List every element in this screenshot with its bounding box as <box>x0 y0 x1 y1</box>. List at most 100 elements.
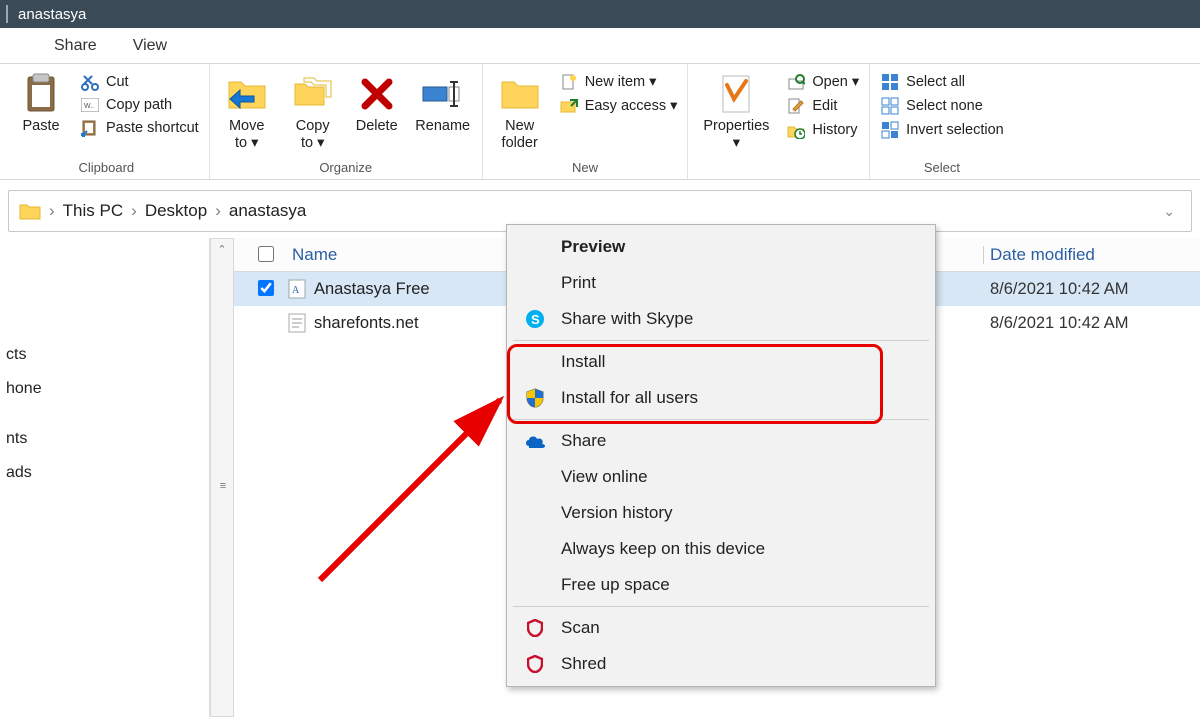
ribbon-group-open: Properties ▾ Open ▾ Edit <box>688 64 870 179</box>
ctx-view-online[interactable]: View online <box>507 459 935 495</box>
move-to-button[interactable]: Move to ▾ <box>218 68 276 158</box>
uac-shield-icon <box>523 388 547 408</box>
x-icon <box>359 72 395 116</box>
ctx-share[interactable]: Share <box>507 423 935 459</box>
new-item-button[interactable]: New item ▾ <box>557 72 680 92</box>
copy-to-button[interactable]: Copy to ▾ <box>284 68 342 158</box>
ctx-preview[interactable]: Preview <box>507 229 935 265</box>
open-button[interactable]: Open ▾ <box>784 72 861 92</box>
context-menu: Preview Print S Share with Skype Install… <box>506 224 936 687</box>
select-none-button[interactable]: Select none <box>878 96 1006 116</box>
easy-access-button[interactable]: Easy access ▾ <box>557 96 680 116</box>
tab-view[interactable]: View <box>115 29 185 63</box>
ribbon-group-organize: Move to ▾ Copy to ▾ Delete Rename <box>210 64 483 179</box>
scissors-icon <box>80 73 100 91</box>
breadcrumb-desktop[interactable]: Desktop <box>145 201 207 221</box>
ctx-shred[interactable]: Shred <box>507 646 935 682</box>
paste-button[interactable]: Paste <box>12 68 70 158</box>
invert-selection-button[interactable]: Invert selection <box>878 120 1006 140</box>
properties-button[interactable]: Properties ▾ <box>696 68 776 158</box>
copy-path-icon: W.. <box>80 98 100 112</box>
column-header-date[interactable]: Date modified <box>990 245 1200 265</box>
font-file-icon: A <box>288 279 306 299</box>
select-all-icon <box>880 73 900 91</box>
ctx-scan[interactable]: Scan <box>507 610 935 646</box>
group-label-new: New <box>572 160 598 177</box>
chevron-right-icon[interactable]: › <box>49 201 55 221</box>
sidebar-item[interactable]: ads <box>0 456 209 490</box>
ribbon-tabs: Share View <box>0 28 1200 64</box>
mcafee-icon <box>523 619 547 637</box>
ctx-version-history[interactable]: Version history <box>507 495 935 531</box>
ribbon: Paste Cut W.. Copy path <box>0 64 1200 180</box>
svg-text:S: S <box>531 312 540 327</box>
ribbon-group-select: Select all Select none Invert selection … <box>870 64 1014 179</box>
open-icon <box>786 73 806 91</box>
easy-access-icon <box>559 97 579 115</box>
onedrive-icon <box>523 434 547 448</box>
group-label-clipboard: Clipboard <box>79 160 135 177</box>
group-label-select: Select <box>924 160 960 177</box>
ctx-share-skype[interactable]: S Share with Skype <box>507 301 935 337</box>
nav-sidebar: cts hone nts ads <box>0 238 210 717</box>
select-none-icon <box>880 97 900 115</box>
window-titlebar: anastasya <box>0 0 1200 28</box>
window-title: anastasya <box>18 6 86 23</box>
copy-to-icon <box>292 72 334 116</box>
ribbon-group-clipboard: Paste Cut W.. Copy path <box>0 64 210 179</box>
address-bar-dropdown[interactable]: ⌄ <box>1157 203 1181 220</box>
copy-path-button[interactable]: W.. Copy path <box>78 96 201 114</box>
edit-icon <box>786 97 806 115</box>
skype-icon: S <box>523 309 547 329</box>
ctx-print[interactable]: Print <box>507 265 935 301</box>
file-name: Anastasya Free <box>314 280 430 299</box>
ctx-free-up-space[interactable]: Free up space <box>507 567 935 603</box>
new-folder-button[interactable]: New folder <box>491 68 549 158</box>
file-checkbox[interactable] <box>258 280 274 296</box>
select-all-checkbox[interactable] <box>258 246 274 262</box>
titlebar-divider <box>6 5 8 23</box>
move-to-icon <box>226 72 268 116</box>
new-item-icon <box>559 73 579 91</box>
ctx-install-all-users[interactable]: Install for all users <box>507 380 935 416</box>
svg-text:W..: W.. <box>84 103 94 110</box>
file-name: sharefonts.net <box>314 314 419 333</box>
edit-button[interactable]: Edit <box>784 96 861 116</box>
ctx-separator <box>513 606 929 607</box>
sidebar-item[interactable]: hone <box>0 372 209 406</box>
scroll-grip-icon[interactable]: ≡ <box>220 480 224 492</box>
file-date: 8/6/2021 10:42 AM <box>990 280 1200 299</box>
history-icon <box>786 121 806 139</box>
breadcrumb: › This PC › Desktop › anastasya <box>19 201 306 221</box>
delete-button[interactable]: Delete <box>350 68 404 158</box>
rename-icon <box>421 72 465 116</box>
column-divider[interactable] <box>983 246 984 264</box>
svg-text:A: A <box>292 285 300 296</box>
breadcrumb-current[interactable]: anastasya <box>229 201 307 221</box>
folder-icon <box>19 201 41 221</box>
group-label-organize: Organize <box>319 160 372 177</box>
sidebar-item[interactable]: cts <box>0 338 209 372</box>
ctx-separator <box>513 419 929 420</box>
paste-shortcut-button[interactable]: Paste shortcut <box>78 118 201 138</box>
sidebar-scrollbar[interactable]: ⌃ ≡ <box>210 238 234 717</box>
file-date: 8/6/2021 10:42 AM <box>990 314 1200 333</box>
chevron-right-icon[interactable]: › <box>215 201 221 221</box>
select-all-button[interactable]: Select all <box>878 72 1006 92</box>
rename-button[interactable]: Rename <box>412 68 474 158</box>
sidebar-item[interactable]: nts <box>0 422 209 456</box>
tab-share[interactable]: Share <box>36 29 115 63</box>
mcafee-icon <box>523 655 547 673</box>
invert-selection-icon <box>880 121 900 139</box>
breadcrumb-this-pc[interactable]: This PC <box>63 201 123 221</box>
history-button[interactable]: History <box>784 120 861 140</box>
scroll-up-icon[interactable]: ⌃ <box>217 239 226 256</box>
cut-button[interactable]: Cut <box>78 72 201 92</box>
text-file-icon <box>288 313 306 333</box>
clipboard-icon <box>24 72 58 116</box>
ribbon-group-new: New folder New item ▾ Easy access ▾ New <box>483 64 689 179</box>
folder-icon <box>499 72 541 116</box>
ctx-install[interactable]: Install <box>507 344 935 380</box>
ctx-always-keep[interactable]: Always keep on this device <box>507 531 935 567</box>
chevron-right-icon[interactable]: › <box>131 201 137 221</box>
